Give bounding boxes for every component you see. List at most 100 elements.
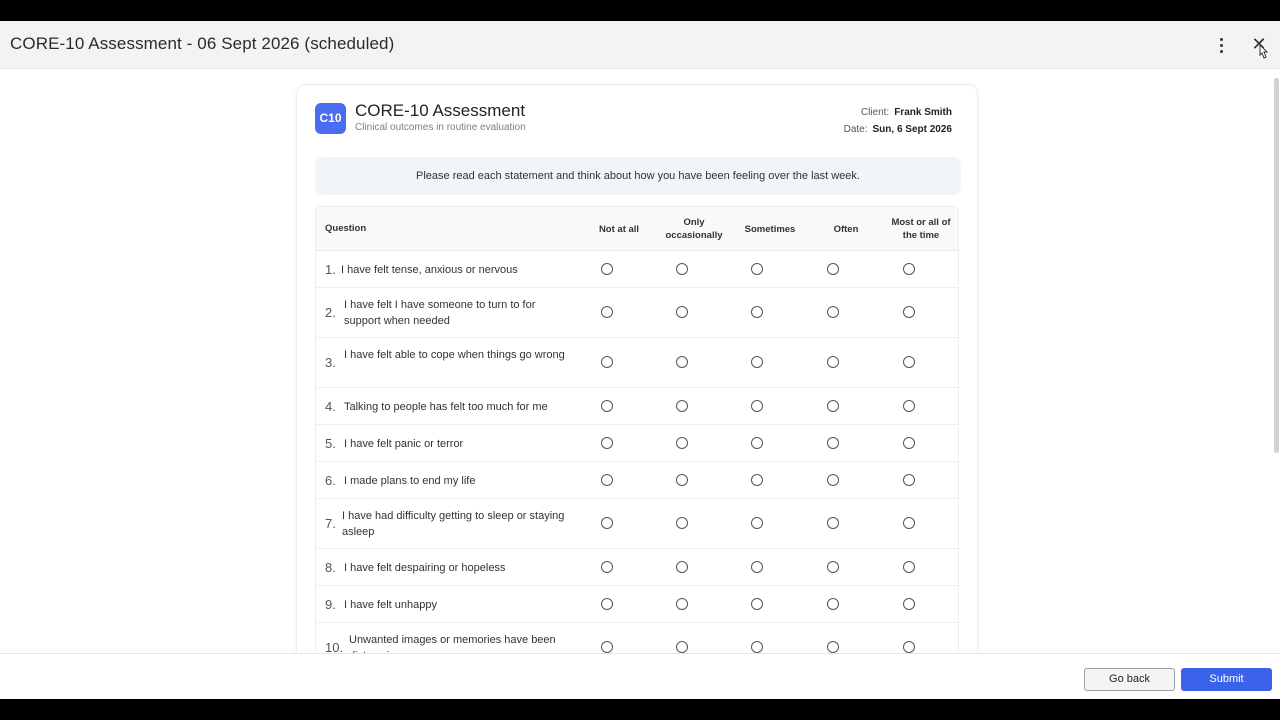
dialog-footer: Go back Submit bbox=[0, 653, 1280, 699]
question-text: I have felt tense, anxious or nervous bbox=[341, 263, 518, 276]
table-header: Question Not at all Only occasionally So… bbox=[316, 207, 958, 251]
window-header: CORE-10 Assessment - 06 Sept 2026 (sched… bbox=[0, 21, 1280, 69]
screen-top-bar bbox=[0, 0, 1280, 21]
answer-radio[interactable] bbox=[827, 560, 839, 573]
table-row: 5. I have felt panic or terror bbox=[316, 425, 958, 462]
answer-radio[interactable] bbox=[751, 262, 763, 275]
table-row: 8. I have felt despairing or hopeless bbox=[316, 549, 958, 586]
kebab-menu-icon[interactable] bbox=[1212, 34, 1230, 56]
table-row: 3. I have felt able to cope when things g… bbox=[316, 338, 958, 388]
question-number: 4. bbox=[325, 398, 336, 414]
table-body: 1. I have felt tense, anxious or nervous 2… bbox=[316, 251, 958, 653]
screen-bottom-bar bbox=[0, 699, 1280, 720]
option-header-not-at-all: Not at all bbox=[598, 223, 640, 235]
answer-radio[interactable] bbox=[903, 560, 915, 573]
answer-radio[interactable] bbox=[827, 306, 839, 318]
answer-radio[interactable] bbox=[601, 262, 613, 275]
assessment-window: CORE-10 Assessment - 06 Sept 2026 (sched… bbox=[0, 21, 1280, 699]
answer-radio[interactable] bbox=[676, 641, 688, 653]
answer-radio[interactable] bbox=[676, 473, 688, 486]
answer-radio[interactable] bbox=[751, 356, 763, 368]
question-number: 9. bbox=[325, 596, 336, 612]
assessment-title: CORE-10 Assessment bbox=[355, 101, 526, 120]
answer-radio[interactable] bbox=[827, 473, 839, 486]
answer-radio[interactable] bbox=[601, 436, 613, 449]
answer-radio[interactable] bbox=[827, 517, 839, 529]
table-row: 9. I have felt unhappy bbox=[316, 586, 958, 623]
answer-radio[interactable] bbox=[601, 517, 613, 529]
answer-radio[interactable] bbox=[601, 356, 613, 368]
answer-radio[interactable] bbox=[903, 473, 915, 486]
answer-radio[interactable] bbox=[601, 473, 613, 486]
questions-table: Question Not at all Only occasionally So… bbox=[315, 206, 959, 653]
question-number: 2. bbox=[325, 305, 336, 320]
answer-radio[interactable] bbox=[601, 399, 613, 412]
table-row: 7. I have had difficulty getting to sleep… bbox=[316, 499, 958, 549]
question-text: I have had difficulty getting to sleep o… bbox=[342, 510, 565, 538]
vertical-scrollbar[interactable] bbox=[1272, 70, 1280, 653]
answer-radio[interactable] bbox=[751, 560, 763, 573]
answer-radio[interactable] bbox=[827, 641, 839, 653]
table-row: 6. I made plans to end my life bbox=[316, 462, 958, 499]
answer-radio[interactable] bbox=[676, 399, 688, 412]
submit-button[interactable]: Submit bbox=[1181, 668, 1272, 691]
question-number: 1. bbox=[325, 261, 336, 277]
assessment-logo: C10 bbox=[315, 103, 346, 134]
answer-radio[interactable] bbox=[676, 517, 688, 529]
answer-radio[interactable] bbox=[676, 306, 688, 318]
table-row: 10. Unwanted images or memories have been… bbox=[316, 623, 958, 653]
answer-radio[interactable] bbox=[751, 473, 763, 486]
answer-radio[interactable] bbox=[751, 436, 763, 449]
date-label: Date: bbox=[843, 124, 868, 135]
answer-radio[interactable] bbox=[676, 597, 688, 610]
answer-radio[interactable] bbox=[676, 356, 688, 368]
answer-radio[interactable] bbox=[601, 306, 613, 318]
answer-radio[interactable] bbox=[751, 597, 763, 610]
question-number: 7. bbox=[325, 516, 336, 531]
client-line: Client: Frank Smith bbox=[844, 104, 952, 121]
date-value: Sun, 6 Sept 2026 bbox=[872, 124, 952, 135]
table-row: 2. I have felt I have someone to turn to … bbox=[316, 288, 958, 338]
client-value: Frank Smith bbox=[894, 107, 952, 118]
answer-radio[interactable] bbox=[903, 597, 915, 610]
answer-radio[interactable] bbox=[903, 306, 915, 318]
instructions-banner: Please read each statement and think abo… bbox=[315, 157, 961, 195]
question-text: I made plans to end my life bbox=[344, 474, 476, 487]
answer-radio[interactable] bbox=[827, 262, 839, 275]
client-label: Client: bbox=[860, 107, 890, 118]
answer-radio[interactable] bbox=[751, 641, 763, 653]
answer-radio[interactable] bbox=[903, 517, 915, 529]
answer-radio[interactable] bbox=[827, 436, 839, 449]
answer-radio[interactable] bbox=[827, 597, 839, 610]
window-title: CORE-10 Assessment - 06 Sept 2026 (sched… bbox=[10, 34, 395, 53]
option-header-only-occasionally: Only occasionally bbox=[665, 217, 723, 241]
answer-radio[interactable] bbox=[601, 560, 613, 573]
answer-radio[interactable] bbox=[751, 399, 763, 412]
assessment-meta: Client: Frank Smith Date: Sun, 6 Sept 2026 bbox=[844, 104, 952, 138]
assessment-card: C10 CORE-10 Assessment Clinical outcomes… bbox=[296, 84, 978, 653]
question-text: Talking to people has felt too much for … bbox=[344, 400, 548, 413]
answer-radio[interactable] bbox=[903, 641, 915, 653]
answer-radio[interactable] bbox=[827, 399, 839, 412]
answer-radio[interactable] bbox=[903, 356, 915, 368]
question-number: 8. bbox=[325, 559, 336, 575]
answer-radio[interactable] bbox=[903, 436, 915, 449]
answer-radio[interactable] bbox=[601, 597, 613, 610]
scroll-content[interactable]: C10 CORE-10 Assessment Clinical outcomes… bbox=[0, 70, 1280, 653]
question-column-header: Question bbox=[325, 223, 367, 234]
answer-radio[interactable] bbox=[676, 262, 688, 275]
answer-radio[interactable] bbox=[903, 399, 915, 412]
option-header-often: Often bbox=[833, 223, 859, 235]
table-row: 1. I have felt tense, anxious or nervous bbox=[316, 251, 958, 288]
go-back-button[interactable]: Go back bbox=[1084, 668, 1175, 691]
answer-radio[interactable] bbox=[827, 356, 839, 368]
answer-radio[interactable] bbox=[903, 262, 915, 275]
question-number: 3. bbox=[325, 355, 336, 370]
answer-radio[interactable] bbox=[751, 306, 763, 318]
answer-radio[interactable] bbox=[676, 436, 688, 449]
answer-radio[interactable] bbox=[676, 560, 688, 573]
question-number: 10. bbox=[325, 640, 344, 653]
scrollbar-thumb[interactable] bbox=[1274, 78, 1279, 453]
answer-radio[interactable] bbox=[751, 517, 763, 529]
answer-radio[interactable] bbox=[601, 641, 613, 653]
